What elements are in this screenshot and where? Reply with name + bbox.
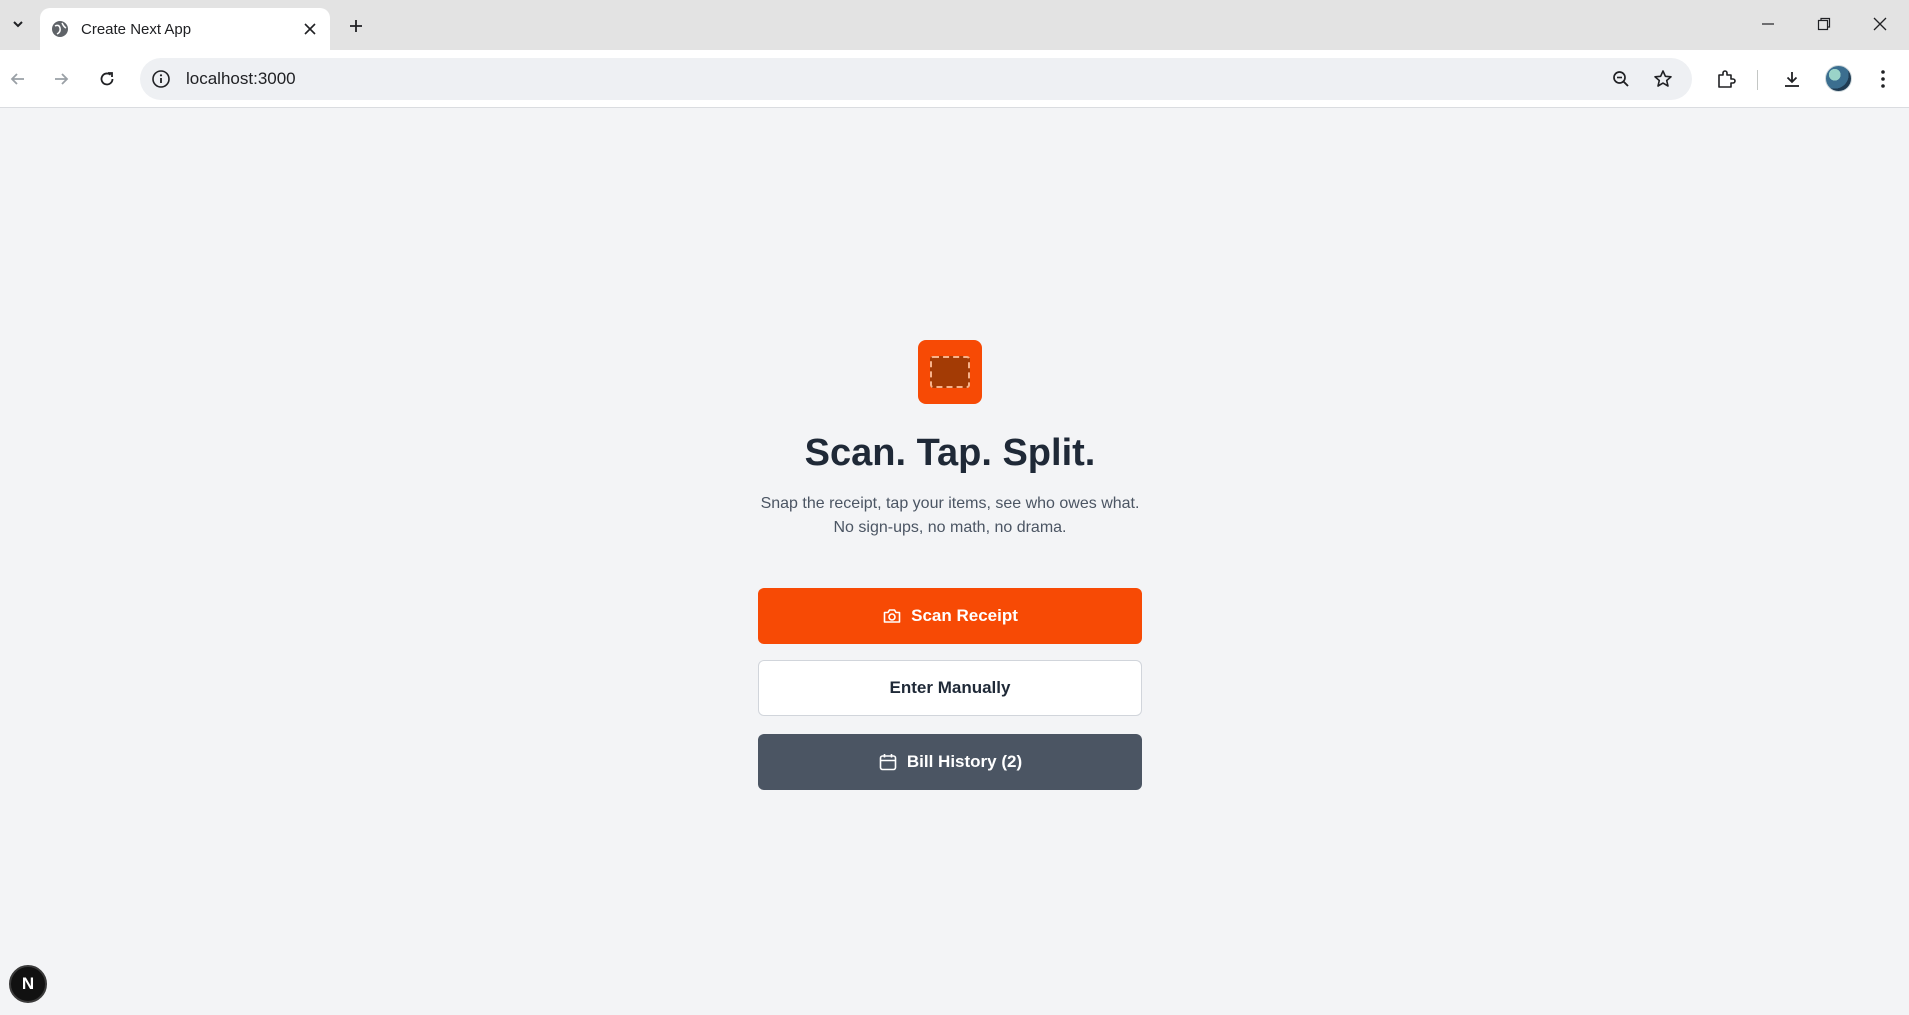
bill-history-button[interactable]: Bill History (2) [758,734,1142,790]
receipt-icon [930,356,970,388]
address-bar[interactable]: localhost:3000 [140,58,1692,100]
puzzle-icon[interactable] [1709,62,1743,96]
chevron-down-icon [13,21,23,28]
close-window-button[interactable] [1852,8,1908,40]
restore-button[interactable] [1796,8,1852,40]
subtitle-line-1: Snap the receipt, tap your items, see wh… [760,495,1140,512]
page-subtitle: Snap the receipt, tap your items, see wh… [0,492,1900,540]
calendar-icon [878,752,898,772]
minimize-button[interactable] [1740,8,1796,40]
url-text[interactable]: localhost:3000 [186,69,1604,89]
app-logo [918,340,982,404]
page-title: Scan. Tap. Split. [804,432,1096,474]
star-icon[interactable] [1646,62,1680,96]
arrow-left-icon [10,73,24,85]
reload-icon [100,72,114,86]
kebab-menu-icon[interactable] [1866,62,1900,96]
new-tab-button[interactable] [342,12,370,40]
scan-receipt-button[interactable]: Scan Receipt [758,588,1142,644]
restore-icon [1817,17,1831,31]
close-icon [304,23,316,35]
tab-title: Create Next App [81,20,192,38]
next-dev-tools-button[interactable]: N [9,965,47,1003]
scan-receipt-label: Scan Receipt [911,606,1018,625]
tab-close-button[interactable] [298,17,322,41]
close-icon [1873,17,1887,31]
download-icon[interactable] [1775,62,1809,96]
plus-icon [350,20,362,32]
globe-icon [51,20,69,38]
avatar[interactable] [1825,65,1852,92]
page-background [0,109,1909,1015]
arrow-right-icon [55,73,69,85]
next-badge-label: N [21,974,35,993]
zoom-out-icon[interactable] [1604,62,1638,96]
browser-tab-bar: Create Next App [0,0,1909,50]
tab-active[interactable]: Create Next App [40,8,330,50]
bill-history-label: Bill History (2) [906,752,1023,771]
info-icon[interactable] [150,68,172,90]
toolbar-divider [1757,70,1758,90]
enter-manually-button[interactable]: Enter Manually [758,660,1142,716]
forward-button[interactable] [44,62,78,96]
camera-icon [882,606,902,626]
minimize-icon [1762,23,1774,25]
subtitle-line-2: No sign-ups, no math, no drama. [833,519,1067,536]
reload-button[interactable] [90,62,124,96]
back-button[interactable] [1,62,35,96]
browser-toolbar: localhost:3000 [0,50,1909,108]
enter-manually-label: Enter Manually [889,678,1011,697]
tab-list-button[interactable] [4,10,32,38]
